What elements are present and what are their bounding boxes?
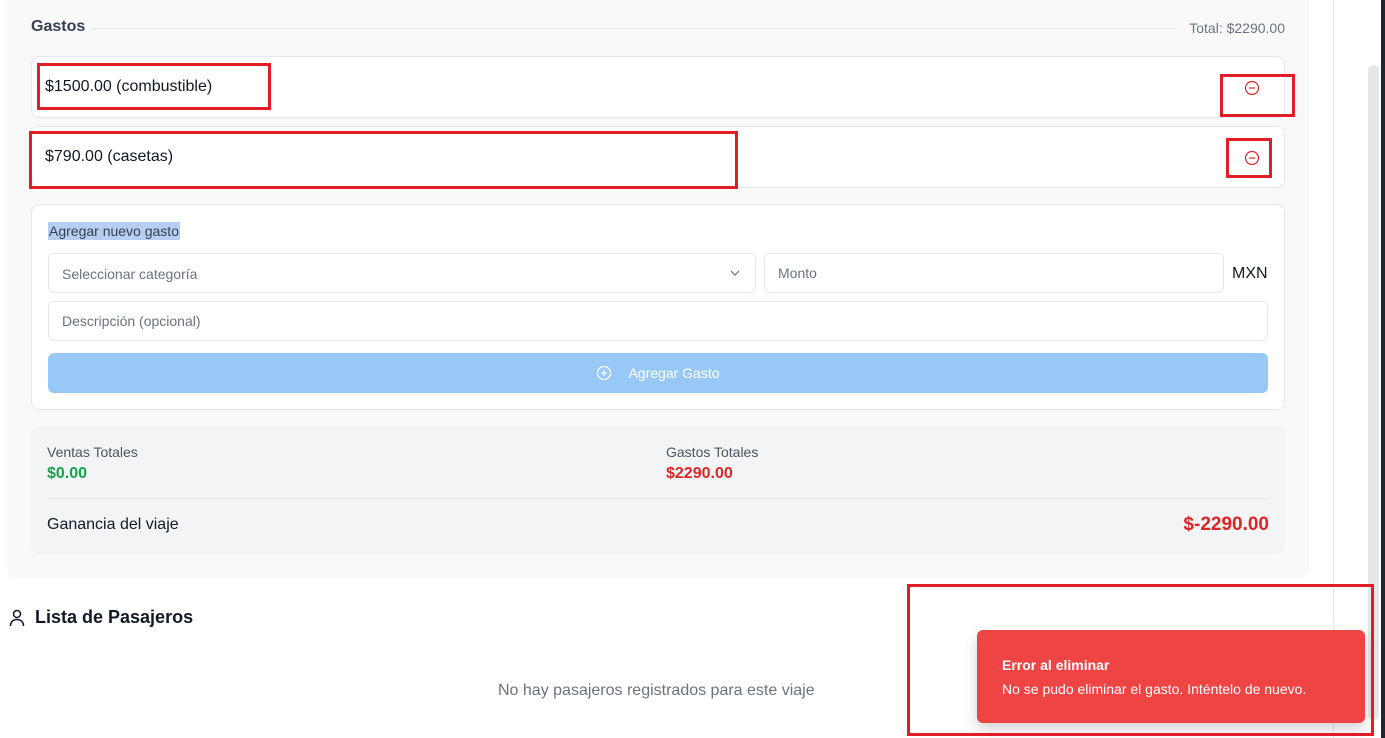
scrollbar-thumb[interactable] [1368, 65, 1379, 720]
window-edge [1381, 0, 1385, 738]
expenses-total: Total: $2290.00 [1189, 20, 1285, 36]
currency-label: MXN [1232, 265, 1268, 282]
trip-profit-label: Ganancia del viaje [47, 516, 179, 533]
passengers-title: Lista de Pasajeros [35, 607, 194, 627]
total-expenses-label: Gastos Totales [666, 444, 759, 460]
total-expenses-value: $2290.00 [666, 465, 733, 482]
toast-message: No se pudo eliminar el gasto. Inténtelo … [1002, 681, 1307, 697]
minus-circle-icon[interactable] [1244, 150, 1260, 166]
error-toast[interactable]: Error al eliminar No se pudo eliminar el… [977, 630, 1365, 723]
expense-item: $790.00 (casetas) [31, 126, 1285, 188]
minus-circle-icon[interactable] [1244, 80, 1260, 96]
section-divider [92, 28, 1175, 29]
category-select-value: Seleccionar categoría [62, 266, 198, 282]
plus-circle-icon [597, 365, 612, 381]
toast-title: Error al eliminar [1002, 657, 1110, 673]
expense-item-label: $790.00 (casetas) [45, 148, 174, 165]
description-input[interactable] [48, 301, 1268, 341]
amount-input[interactable] [764, 253, 1224, 293]
summary-divider [47, 498, 1268, 499]
add-expense-card: Agregar nuevo gasto Seleccionar categorí… [31, 204, 1285, 410]
expenses-title: Gastos [31, 18, 86, 35]
passengers-empty-message: No hay pasajeros registrados para este v… [498, 682, 815, 699]
user-icon [9, 609, 25, 627]
trip-profit-value: $-2290.00 [1183, 514, 1269, 535]
expense-item: $1500.00 (combustible) [31, 56, 1285, 118]
trip-summary: Ventas Totales $0.00 Gastos Totales $229… [31, 426, 1285, 554]
add-expense-title: Agregar nuevo gasto [48, 222, 180, 240]
category-select[interactable]: Seleccionar categoría [48, 253, 756, 293]
chevron-down-icon [730, 270, 740, 276]
add-expense-button[interactable]: Agregar Gasto [48, 353, 1268, 393]
expense-item-label: $1500.00 (combustible) [45, 78, 213, 95]
total-sales-label: Ventas Totales [47, 444, 138, 460]
add-expense-button-label: Agregar Gasto [628, 365, 720, 381]
total-sales-value: $0.00 [47, 465, 88, 482]
